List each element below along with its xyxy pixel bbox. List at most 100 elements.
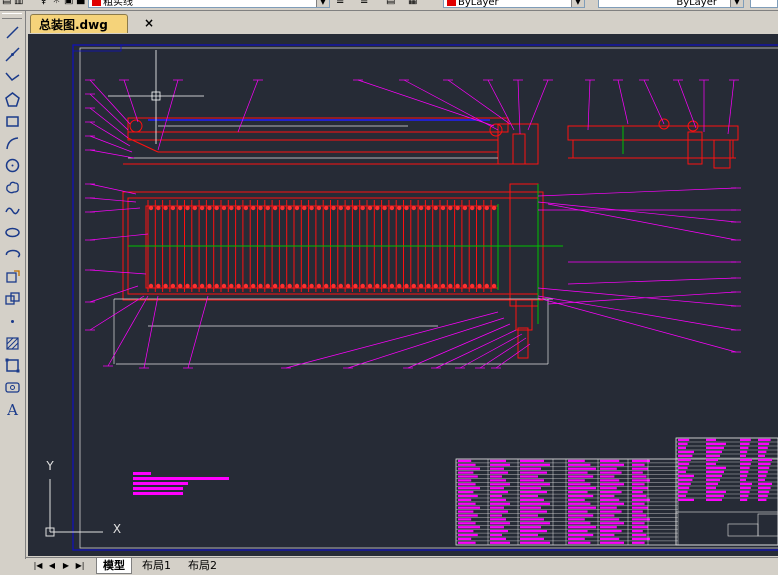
layer-previous-icon[interactable]: ≣ xyxy=(360,0,368,8)
draw-toolbar: A xyxy=(0,11,26,559)
last-tab-icon[interactable]: ▶| xyxy=(74,560,86,572)
plate-handle xyxy=(382,283,387,289)
drawing-canvas[interactable]: Y X xyxy=(28,34,778,556)
parts-list-text xyxy=(458,479,472,482)
make-current-icon[interactable]: ≣ xyxy=(336,0,344,8)
plate-handle xyxy=(251,205,256,211)
plate-handle xyxy=(251,283,256,289)
layer-isolate-icon[interactable]: ▦ xyxy=(408,0,417,8)
chevron-down-icon[interactable]: ▼ xyxy=(316,0,329,7)
plotstyle-select[interactable] xyxy=(750,0,778,8)
parts-list-text xyxy=(600,526,617,529)
title-block-cell xyxy=(675,511,778,546)
parts-list-text xyxy=(490,502,510,505)
plate-handle xyxy=(470,205,475,211)
document-tab-bar: 总装图.dwg × xyxy=(26,11,778,33)
plate-handle xyxy=(345,205,351,211)
arc-tool[interactable] xyxy=(3,134,22,153)
parts-list-text xyxy=(520,533,538,537)
title-block-text xyxy=(740,446,749,449)
plate-handle xyxy=(345,283,351,289)
plate-handle xyxy=(440,205,446,211)
point-tool[interactable] xyxy=(3,312,22,331)
linetype-select[interactable]: 粗实线 ▼ xyxy=(88,0,330,8)
lightbulb-icon[interactable]: ♀ xyxy=(40,0,47,8)
title-block-text xyxy=(758,442,770,445)
parts-list-text xyxy=(490,491,508,494)
tab-layout1[interactable]: 布局1 xyxy=(136,558,177,573)
parts-list-text xyxy=(520,506,541,509)
circle-tool[interactable] xyxy=(3,156,22,175)
layer-walk-icon[interactable]: ▤ xyxy=(386,0,395,8)
spline-tool[interactable] xyxy=(3,201,22,220)
plate-handle xyxy=(404,283,409,289)
title-block-text xyxy=(706,438,716,441)
plate-handle xyxy=(185,205,190,211)
parts-list-text xyxy=(520,475,538,478)
color-select[interactable]: ByLayer ▼ xyxy=(443,0,585,8)
close-document-button[interactable]: × xyxy=(142,16,156,30)
parts-list-text xyxy=(632,506,649,509)
layer-manager-icon[interactable]: ▤ xyxy=(2,0,11,8)
chevron-down-icon[interactable]: ▼ xyxy=(571,0,584,7)
parts-list-text xyxy=(490,498,506,501)
line-tool[interactable] xyxy=(3,23,22,42)
parts-list-text xyxy=(632,537,650,540)
parts-list-text xyxy=(568,533,594,537)
parts-list-text xyxy=(490,510,508,513)
polygon-tool[interactable] xyxy=(3,90,22,109)
ellipse-tool[interactable] xyxy=(3,223,22,242)
ellipse-icon xyxy=(5,227,20,238)
polyline-tool[interactable] xyxy=(3,67,22,86)
region-tool[interactable] xyxy=(3,356,22,375)
parts-list-text xyxy=(458,475,478,478)
layer-state-icon[interactable]: ▥ xyxy=(14,0,23,8)
ellipse-arc-tool[interactable] xyxy=(3,245,22,264)
toolbar-grip[interactable] xyxy=(2,13,22,19)
drawing-svg: Y X xyxy=(45,44,778,551)
title-block-text xyxy=(740,454,746,457)
hatch-tool[interactable] xyxy=(3,334,22,353)
leader-line xyxy=(447,79,511,125)
first-tab-icon[interactable]: |◀ xyxy=(32,560,44,572)
construction-line-tool[interactable] xyxy=(3,45,22,64)
parts-list-text xyxy=(458,522,476,525)
parts-list-text xyxy=(458,494,478,498)
parts-list-text xyxy=(600,483,624,486)
title-block-text xyxy=(740,462,751,465)
leader-line xyxy=(547,203,737,241)
title-block-text xyxy=(706,474,722,477)
title-block-text xyxy=(758,446,768,449)
title-block-text xyxy=(706,462,716,465)
rectangle-tool[interactable] xyxy=(3,112,22,131)
xline-icon xyxy=(5,47,20,62)
lock-icon[interactable]: ▣ xyxy=(64,0,73,8)
document-tab[interactable]: 总装图.dwg xyxy=(30,14,128,33)
leader-line xyxy=(677,79,697,129)
make-block-tool[interactable] xyxy=(3,289,22,308)
parts-list-text xyxy=(568,479,585,482)
layer-color-icon[interactable]: ■ xyxy=(76,0,85,8)
parts-list-text xyxy=(458,502,476,505)
parts-list-text xyxy=(600,514,615,517)
parts-list-text xyxy=(632,479,650,482)
tab-layout2[interactable]: 布局2 xyxy=(182,558,223,573)
sun-icon[interactable]: ☼ xyxy=(52,0,61,8)
parts-list-text xyxy=(568,541,591,544)
table-icon xyxy=(5,382,20,393)
insert-block-tool[interactable] xyxy=(3,267,22,286)
plate-handle xyxy=(484,205,489,211)
prev-tab-icon[interactable]: ◀ xyxy=(46,560,58,572)
multiline-text-tool[interactable]: A xyxy=(3,400,22,419)
parts-list-text xyxy=(632,467,649,470)
leader-line xyxy=(487,79,515,131)
plate-handle xyxy=(156,283,161,289)
plate-handle xyxy=(484,283,489,289)
next-tab-icon[interactable]: ▶ xyxy=(60,560,72,572)
table-tool[interactable] xyxy=(3,378,22,397)
lineweight-select[interactable]: ByLayer ▼ xyxy=(598,0,744,8)
tab-model[interactable]: 模型 xyxy=(96,558,132,574)
chevron-down-icon[interactable]: ▼ xyxy=(730,0,743,7)
revision-cloud-tool[interactable] xyxy=(3,178,22,197)
plate-handle xyxy=(207,205,212,211)
